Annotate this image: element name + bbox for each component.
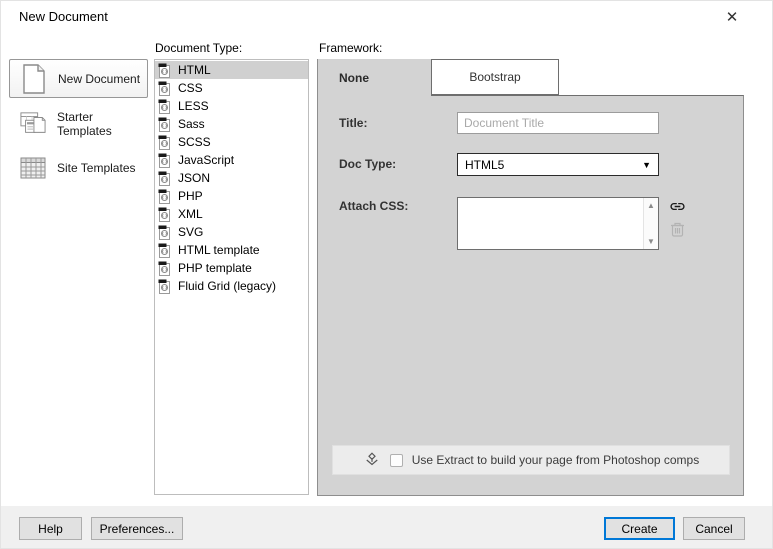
doc-type-item[interactable]: CSS — [155, 79, 308, 97]
doc-type-item-label: HTML template — [178, 243, 260, 257]
attach-css-link-icon[interactable] — [669, 198, 686, 215]
code-file-icon — [158, 189, 171, 204]
dialog-title: New Document — [19, 9, 108, 24]
extract-checkbox[interactable] — [389, 453, 403, 467]
doc-type-item-label: LESS — [178, 99, 209, 113]
tab-bootstrap[interactable]: Bootstrap — [431, 59, 559, 95]
help-button[interactable]: Help — [19, 517, 82, 540]
code-file-icon — [158, 225, 171, 240]
tab-none[interactable]: None — [317, 59, 431, 96]
blank-page-icon — [21, 63, 47, 94]
title-input[interactable] — [457, 112, 659, 134]
doc-type-item-label: JSON — [178, 171, 211, 185]
doc-type-item[interactable]: SVG — [155, 223, 308, 241]
code-file-icon — [158, 243, 171, 258]
code-file-icon — [158, 153, 171, 168]
code-file-icon — [158, 81, 171, 96]
framework-section: None Bootstrap Title: Doc Type: HTML5 ▼ … — [317, 59, 744, 496]
doc-type-item[interactable]: LESS — [155, 97, 308, 115]
remove-css-trash-icon[interactable] — [670, 221, 685, 237]
sidebar-item-label: Starter Templates — [57, 110, 112, 138]
doc-type-field-label: Doc Type: — [339, 157, 397, 171]
doc-type-item[interactable]: HTML template — [155, 241, 308, 259]
doc-type-item[interactable]: JSON — [155, 169, 308, 187]
code-file-icon — [158, 63, 171, 78]
doc-type-item-label: HTML — [178, 63, 211, 77]
code-file-icon — [158, 135, 171, 150]
code-file-icon — [158, 207, 171, 222]
site-templates-icon — [20, 157, 46, 179]
scroll-up-icon[interactable]: ▲ — [644, 201, 658, 210]
extract-layers-icon — [363, 451, 381, 469]
code-file-icon — [158, 279, 171, 294]
document-type-label: Document Type: — [155, 41, 243, 55]
attach-css-listbox[interactable]: ▲ ▼ — [457, 197, 659, 250]
doc-type-item-label: JavaScript — [178, 153, 235, 167]
title-label: Title: — [339, 116, 368, 130]
doc-type-item[interactable]: HTML — [155, 61, 308, 79]
doc-type-item-label: SVG — [178, 225, 204, 239]
close-icon[interactable]: ✕ — [719, 5, 745, 29]
extract-option-bar: Use Extract to build your page from Phot… — [332, 445, 730, 475]
attach-css-label: Attach CSS: — [339, 199, 409, 213]
doc-type-item[interactable]: PHP — [155, 187, 308, 205]
doc-type-item-label: XML — [178, 207, 203, 221]
doc-type-item-label: PHP template — [178, 261, 252, 275]
preferences-button[interactable]: Preferences... — [91, 517, 183, 540]
doc-type-item[interactable]: PHP template — [155, 259, 308, 277]
starter-templates-icon — [20, 111, 46, 137]
code-file-icon — [158, 171, 171, 186]
create-button[interactable]: Create — [604, 517, 675, 540]
doc-type-selected-value: HTML5 — [465, 157, 505, 172]
doc-type-item-label: SCSS — [178, 135, 211, 149]
framework-label: Framework: — [319, 41, 383, 55]
scroll-down-icon[interactable]: ▼ — [644, 237, 658, 246]
extract-checkbox-label: Use Extract to build your page from Phot… — [411, 453, 700, 467]
doc-type-item[interactable]: JavaScript — [155, 151, 308, 169]
doc-type-item[interactable]: Sass — [155, 115, 308, 133]
attach-css-scrollbar[interactable]: ▲ ▼ — [643, 198, 658, 249]
document-type-list: HTML CSS LESS Sass SCSS JavaScript JSON PHP XML S… — [154, 59, 309, 495]
code-file-icon — [158, 117, 171, 132]
doc-type-item-label: PHP — [178, 189, 203, 203]
doc-type-item-label: CSS — [178, 81, 203, 95]
sidebar-item-starter-templates[interactable]: Starter Templates — [9, 106, 148, 142]
framework-panel: Title: Doc Type: HTML5 ▼ Attach CSS: ▲ ▼ — [317, 95, 744, 496]
doc-type-item[interactable]: XML — [155, 205, 308, 223]
doc-type-item[interactable]: Fluid Grid (legacy) — [155, 277, 308, 295]
cancel-button[interactable]: Cancel — [683, 517, 745, 540]
sidebar-item-new-document[interactable]: New Document — [9, 59, 148, 98]
doc-type-item-label: Fluid Grid (legacy) — [178, 279, 277, 293]
doc-type-item[interactable]: SCSS — [155, 133, 308, 151]
sidebar-item-label: Site Templates — [57, 161, 136, 175]
dialog-footer: Help Preferences... Create Cancel — [1, 506, 772, 548]
code-file-icon — [158, 261, 171, 276]
sidebar-item-site-templates[interactable]: Site Templates — [9, 150, 148, 186]
doc-type-item-label: Sass — [178, 117, 205, 131]
chevron-down-icon: ▼ — [642, 159, 651, 170]
sidebar-item-label: New Document — [58, 71, 141, 86]
new-document-dialog: New Document ✕ New Document Starter Temp… — [0, 0, 773, 549]
code-file-icon — [158, 99, 171, 114]
doc-type-dropdown[interactable]: HTML5 ▼ — [457, 153, 659, 176]
